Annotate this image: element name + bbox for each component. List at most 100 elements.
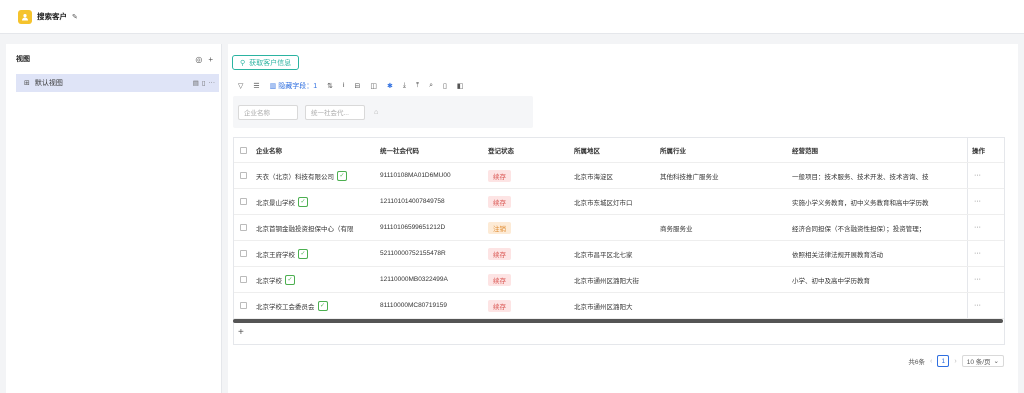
table-header-row: 企业名称 统一社会代码 登记状态 所属地区 所属行业 经营范围 操作 bbox=[234, 138, 1004, 163]
pencil-icon[interactable]: ✎ bbox=[72, 13, 78, 21]
filter-icon[interactable]: ▽ bbox=[238, 82, 243, 90]
company-name-text: 北京王府学校 bbox=[256, 251, 295, 259]
col-header-op: 操作 bbox=[967, 138, 1004, 162]
select-all-checkbox[interactable] bbox=[240, 146, 247, 154]
company-name-cell: 北京王府学校 ✓ bbox=[256, 248, 380, 259]
page-size-label: 10 条/页 bbox=[966, 359, 991, 366]
scope-cell: 一般项目：技术服务、技术开发、技术咨询、技 bbox=[792, 173, 929, 181]
verified-icon: ✓ bbox=[337, 170, 347, 181]
status-cell: 续存 bbox=[488, 299, 574, 312]
status-cell: 续存 bbox=[488, 247, 574, 260]
table-row[interactable]: 北京学校工会委员会 ✓ 81110000MC80719159 续存 北京市通州区潞阳大 ·… bbox=[234, 293, 1004, 319]
freeze-column-icon[interactable]: ◫ bbox=[370, 82, 377, 90]
credit-code-cell: 121101014007849758 bbox=[380, 198, 445, 205]
table-row[interactable]: 北京学校 ✓ 12110000MB0322499A 续存 北京市通州区潞阳大街 小学、初中… bbox=[234, 267, 1004, 293]
row-checkbox[interactable] bbox=[240, 224, 247, 231]
credit-code-cell: 52110000752155478R bbox=[380, 250, 446, 257]
row-checkbox[interactable] bbox=[240, 302, 247, 309]
more-actions-icon[interactable]: ··· bbox=[974, 198, 981, 205]
phone-icon[interactable]: ▯ bbox=[202, 79, 206, 87]
page-size-select[interactable]: 10 条/页 ⌄ bbox=[961, 355, 1004, 367]
company-name-filter[interactable]: 企业名称 bbox=[238, 104, 298, 120]
more-actions-icon[interactable]: ··· bbox=[974, 250, 981, 257]
col-header-status[interactable]: 登记状态 bbox=[488, 145, 574, 155]
prev-page-icon[interactable]: ‹ bbox=[930, 358, 932, 365]
search-icon[interactable]: ⌕ bbox=[429, 82, 433, 90]
text-height-icon[interactable]: Ꭵ bbox=[343, 82, 344, 90]
credit-code-placeholder: 统一社会代... bbox=[311, 110, 349, 117]
asterisk-icon[interactable]: ✱ bbox=[387, 82, 393, 90]
sidebar-header: 视图 ◎ + bbox=[6, 44, 221, 74]
panel-icon[interactable]: ◧ bbox=[457, 82, 464, 90]
row-actions-cell: ··· bbox=[967, 267, 1004, 292]
fetch-customer-info-button[interactable]: ⚲ 获取客户信息 bbox=[232, 55, 300, 70]
row-actions-cell: ··· bbox=[967, 241, 1004, 266]
hide-eye-icon[interactable]: ◎ bbox=[195, 55, 202, 64]
sidebar-item-label: 默认视图 bbox=[34, 80, 63, 87]
fetch-button-label: 获取客户信息 bbox=[249, 59, 292, 67]
upload-icon[interactable]: ⤒ bbox=[416, 82, 419, 90]
scope-cell: 经济合同担保（不含融资性担保）；投资管理； bbox=[792, 225, 926, 233]
status-badge: 续存 bbox=[488, 247, 511, 260]
table-toolbar: ▽ ☰ ▥ 隐藏字段：1 ⇅ Ꭵ ⊟ ◫ ✱ ⤓ ⤒ ⌕ ▯ ◧ bbox=[238, 79, 463, 93]
row-checkbox[interactable] bbox=[240, 276, 247, 283]
more-actions-icon[interactable]: ··· bbox=[974, 276, 981, 283]
table-body: 天衣（北京）科技有限公司 ✓ 91110108MA01D6MU00 续存 北京市海淀区其… bbox=[234, 163, 1004, 319]
company-name-cell: 天衣（北京）科技有限公司 ✓ bbox=[256, 170, 380, 181]
col-header-name[interactable]: 企业名称 bbox=[256, 145, 380, 155]
verified-icon: ✓ bbox=[285, 274, 295, 285]
page-title: 搜索客户 bbox=[37, 12, 67, 21]
more-icon[interactable]: ··· bbox=[209, 79, 216, 87]
col-header-scope[interactable]: 经营范围 bbox=[792, 145, 967, 155]
trash-icon[interactable]: ▯ bbox=[443, 82, 447, 90]
status-badge: 续存 bbox=[488, 273, 511, 286]
sidebar-title: 视图 bbox=[16, 56, 30, 63]
table-row[interactable]: 北京景山学校 ✓ 121101014007849758 续存 北京市东城区灯市口 实施小学… bbox=[234, 189, 1004, 215]
table-row[interactable]: 北京王府学校 ✓ 52110000752155478R 续存 北京市昌平区北七家 依照相关… bbox=[234, 241, 1004, 267]
sort-icon[interactable]: ⇅ bbox=[327, 82, 333, 90]
area-cell: 北京市昌平区北七家 bbox=[574, 251, 633, 259]
main-panel: ⚲ 获取客户信息 ▽ ☰ ▥ 隐藏字段：1 ⇅ Ꭵ ⊟ ◫ ✱ ⤓ ⤒ ⌕ ▯ … bbox=[228, 44, 1018, 393]
row-actions-cell: ··· bbox=[967, 189, 1004, 214]
company-name-cell: 北京学校工会委员会 ✓ bbox=[256, 300, 380, 311]
col-header-code[interactable]: 统一社会代码 bbox=[380, 145, 488, 155]
company-name-text: 北京学校 bbox=[256, 277, 282, 285]
row-checkbox[interactable] bbox=[240, 250, 247, 257]
filter-area: 企业名称 统一社会代... ⌂ bbox=[233, 96, 533, 128]
col-header-industry[interactable]: 所属行业 bbox=[660, 145, 792, 155]
page-number-button[interactable]: 1 bbox=[937, 355, 950, 367]
row-checkbox[interactable] bbox=[240, 198, 247, 205]
area-cell: 北京市海淀区 bbox=[574, 173, 613, 181]
document-icon[interactable]: ▤ bbox=[193, 79, 199, 87]
more-actions-icon[interactable]: ··· bbox=[974, 224, 981, 231]
table-row[interactable]: 天衣（北京）科技有限公司 ✓ 91110108MA01D6MU00 续存 北京市海淀区其… bbox=[234, 163, 1004, 189]
chevron-down-icon: ⌄ bbox=[993, 358, 999, 365]
list-icon[interactable]: ☰ bbox=[253, 82, 259, 90]
row-actions-cell: ··· bbox=[967, 293, 1004, 318]
verified-icon: ✓ bbox=[298, 196, 308, 207]
add-row-icon[interactable]: + bbox=[238, 327, 244, 338]
next-page-icon[interactable]: › bbox=[954, 358, 956, 365]
sidebar-item-default-view[interactable]: ⊞ 默认视图 ▤ ▯ ··· bbox=[16, 74, 219, 92]
more-actions-icon[interactable]: ··· bbox=[974, 302, 981, 309]
company-name-text: 北京首钢金融投资担保中心（有限 bbox=[256, 225, 354, 233]
status-cell: 续存 bbox=[488, 169, 574, 182]
download-icon[interactable]: ⤓ bbox=[403, 82, 406, 90]
add-view-icon[interactable]: + bbox=[208, 55, 213, 64]
more-actions-icon[interactable]: ··· bbox=[974, 172, 981, 179]
table-footer bbox=[233, 323, 1005, 345]
clear-filter-icon[interactable]: ⌂ bbox=[374, 109, 378, 116]
hidden-fields-button[interactable]: ▥ 隐藏字段：1 bbox=[270, 81, 317, 91]
credit-code-cell: 12110000MB0322499A bbox=[380, 276, 448, 283]
table-row[interactable]: 北京首钢金融投资担保中心（有限 91110106599651212D 注销 商务服务业… bbox=[234, 215, 1004, 241]
col-header-area[interactable]: 所属地区 bbox=[574, 145, 660, 155]
industry-cell: 其他科技推广服务业 bbox=[660, 173, 719, 181]
row-checkbox[interactable] bbox=[240, 172, 247, 179]
row-actions-cell: ··· bbox=[967, 215, 1004, 240]
credit-code-filter[interactable]: 统一社会代... bbox=[305, 104, 365, 120]
area-cell: 北京市通州区潞阳大 bbox=[574, 303, 633, 311]
total-count: 共6条 bbox=[908, 359, 926, 366]
company-name-cell: 北京首钢金融投资担保中心（有限 bbox=[256, 223, 380, 233]
lock-icon[interactable]: ⊟ bbox=[354, 82, 360, 90]
horizontal-scrollbar[interactable] bbox=[233, 319, 1003, 323]
